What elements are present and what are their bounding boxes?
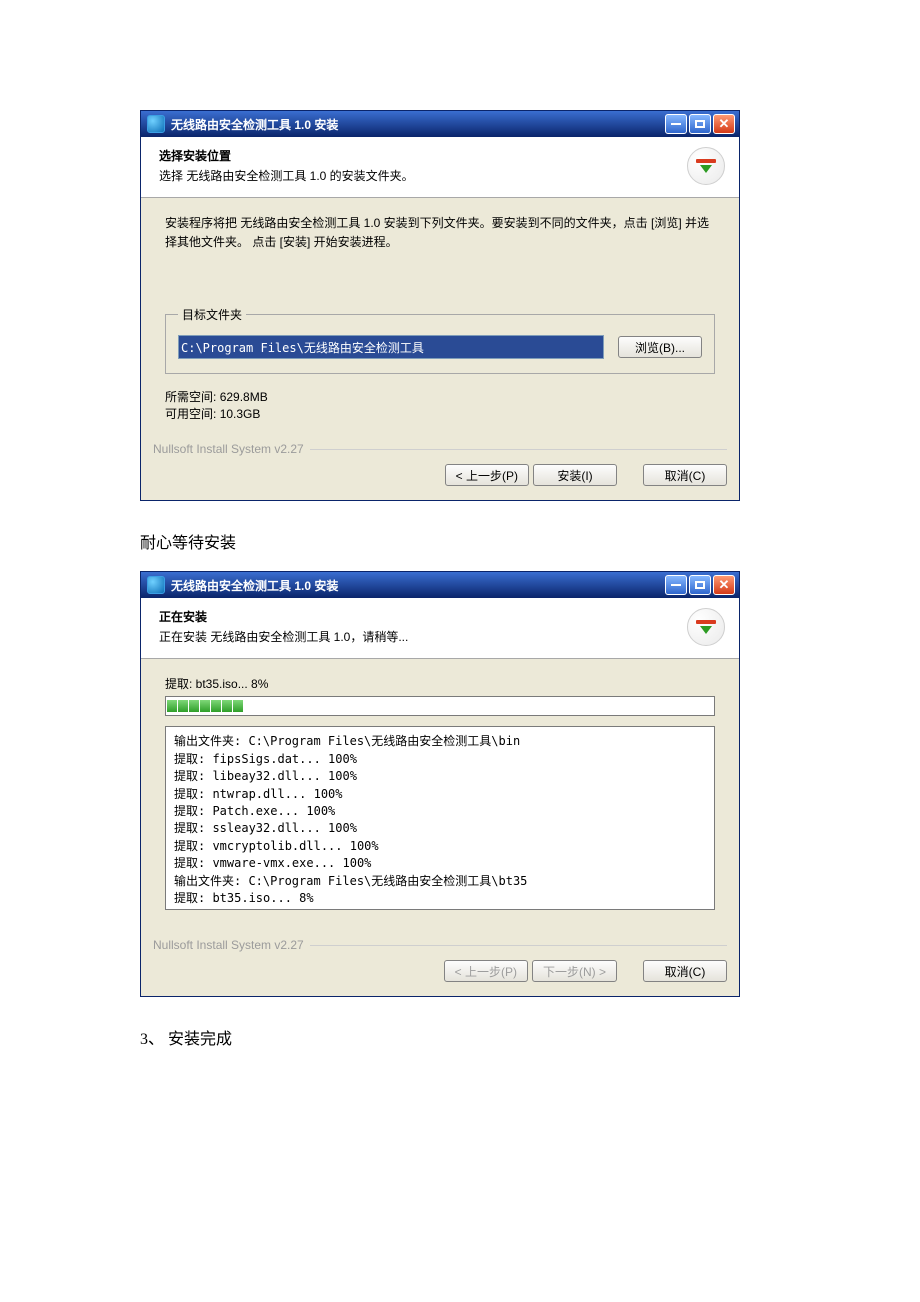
subheader-desc: 选择 无线路由安全检测工具 1.0 的安装文件夹。 [159,167,679,184]
target-folder-group: 目标文件夹 浏览(B)... [165,306,715,374]
back-button[interactable]: < 上一步(P) [445,464,529,486]
install-button[interactable]: 安装(I) [533,464,617,486]
space-available: 可用空间: 10.3GB [165,405,715,422]
progress-status: 提取: bt35.iso... 8% [165,675,715,692]
subheader-title: 正在安装 [159,608,679,625]
browse-button[interactable]: 浏览(B)... [618,336,702,358]
install-log: 输出文件夹: C:\Program Files\无线路由安全检测工具\bin 提… [165,726,715,910]
cancel-button[interactable]: 取消(C) [643,464,727,486]
close-icon[interactable] [713,575,735,595]
next-button: 下一步(N) > [532,960,617,982]
minimize-icon[interactable] [665,575,687,595]
subheader-title: 选择安装位置 [159,147,679,164]
nsis-brand: Nullsoft Install System v2.27 [141,934,739,954]
brand-icon [687,147,725,185]
minimize-icon[interactable] [665,114,687,134]
caption-wait: 耐心等待安装 [140,529,780,553]
caption-done: 3、 安装完成 [140,1025,780,1049]
maximize-icon[interactable] [689,575,711,595]
titlebar[interactable]: 无线路由安全检测工具 1.0 安装 [141,111,739,137]
space-required: 所需空间: 629.8MB [165,388,715,405]
window-title: 无线路由安全检测工具 1.0 安装 [171,577,659,594]
installer-window-location: 无线路由安全检测工具 1.0 安装 选择安装位置 选择 无线路由安全检测工具 1… [140,110,740,501]
install-path-input[interactable] [178,335,604,359]
brand-icon [687,608,725,646]
installer-window-progress: 无线路由安全检测工具 1.0 安装 正在安装 正在安装 无线路由安全检测工具 1… [140,571,740,997]
subheader: 选择安装位置 选择 无线路由安全检测工具 1.0 的安装文件夹。 [141,137,739,198]
subheader: 正在安装 正在安装 无线路由安全检测工具 1.0，请稍等... [141,598,739,659]
titlebar[interactable]: 无线路由安全检测工具 1.0 安装 [141,572,739,598]
install-description: 安装程序将把 无线路由安全检测工具 1.0 安装到下列文件夹。要安装到不同的文件… [165,214,715,252]
progress-bar [165,696,715,716]
cancel-button[interactable]: 取消(C) [643,960,727,982]
nsis-brand: Nullsoft Install System v2.27 [141,438,739,458]
window-title: 无线路由安全检测工具 1.0 安装 [171,116,659,133]
maximize-icon[interactable] [689,114,711,134]
subheader-desc: 正在安装 无线路由安全检测工具 1.0，请稍等... [159,628,679,645]
close-icon[interactable] [713,114,735,134]
target-folder-legend: 目标文件夹 [178,306,246,323]
back-button: < 上一步(P) [444,960,528,982]
app-icon [147,115,165,133]
app-icon [147,576,165,594]
